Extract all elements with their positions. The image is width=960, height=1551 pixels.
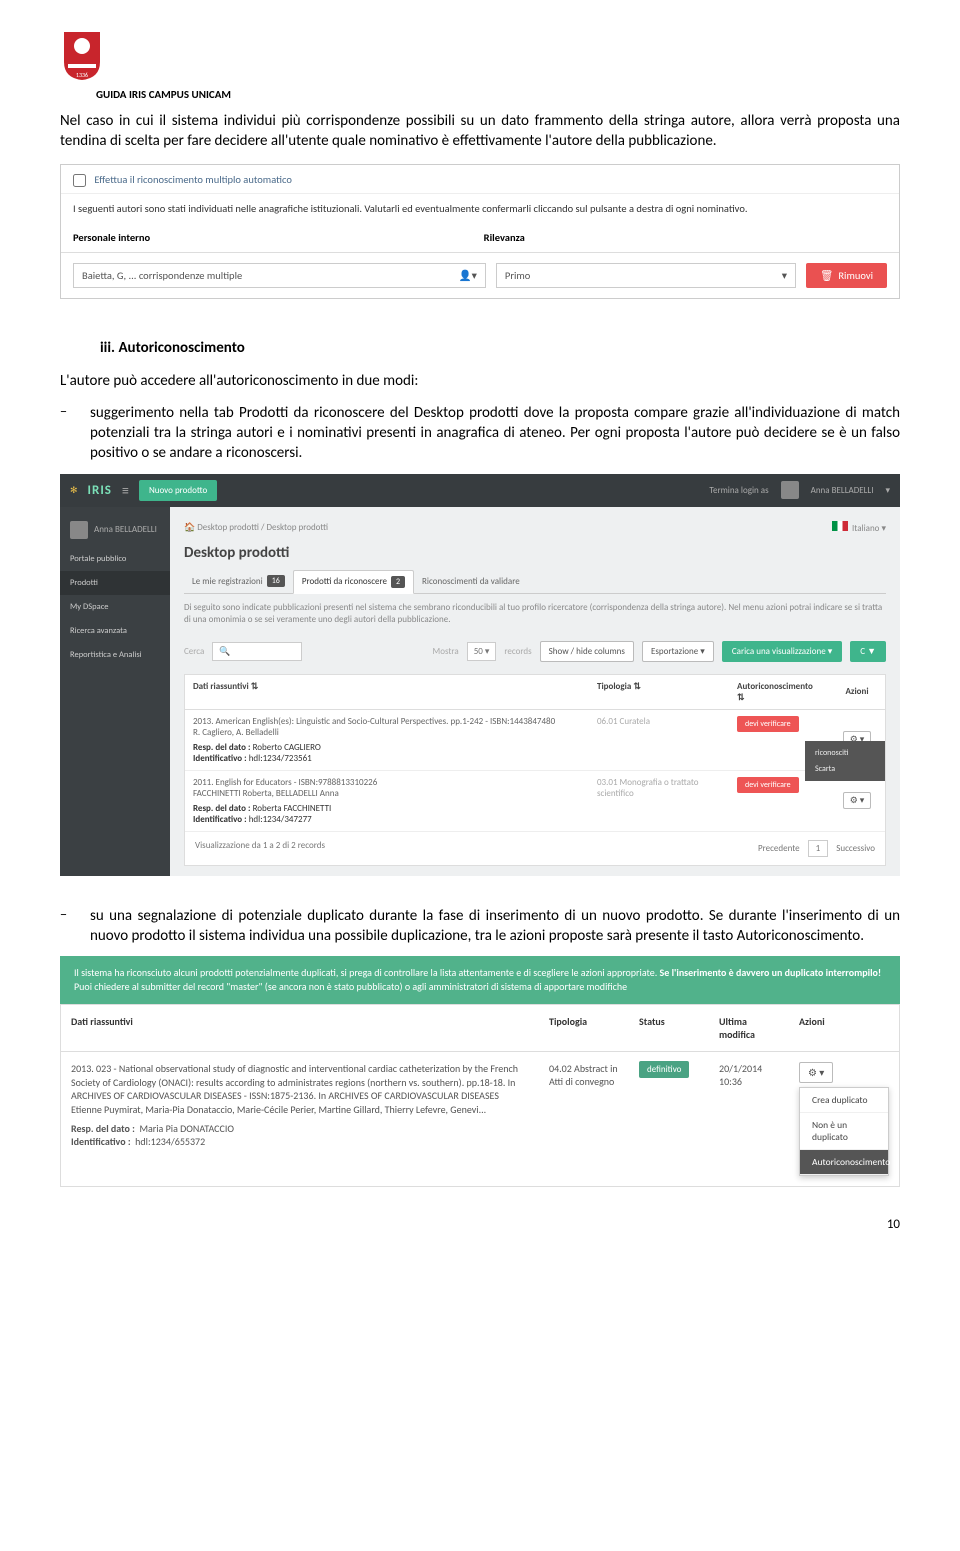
auto-multi-label: Effettua il riconoscimento multiplo auto…	[94, 173, 292, 186]
search-label: Cerca	[184, 646, 204, 657]
page-number: 10	[60, 1217, 900, 1232]
status-badge: devi verificare	[737, 716, 799, 732]
tab-da-riconoscere[interactable]: Prodotti da riconoscere2	[293, 570, 414, 594]
th-tipologia: Tipologia	[539, 1005, 629, 1051]
screenshot-multi-match: Effettua il riconoscimento multiplo auto…	[60, 164, 900, 299]
action-crea-duplicato[interactable]: Crea duplicato	[800, 1088, 888, 1113]
pager-info: Visualizzazione da 1 a 2 di 2 records	[195, 840, 325, 857]
th-rilevanza: Rilevanza	[484, 231, 777, 244]
loadview-button[interactable]: Carica una visualizzazione ▾	[722, 641, 842, 662]
sidebar: Anna BELLADELLI Portale pubblico Prodott…	[60, 507, 170, 876]
th-azioni: Azioni	[789, 1005, 899, 1051]
pager-next[interactable]: Successivo	[836, 843, 875, 854]
bullet-1: suggerimento nella tab Prodotti da ricon…	[90, 403, 900, 464]
show-label: Mostra	[433, 646, 459, 657]
bullet-dash: −	[60, 906, 70, 947]
pager-prev[interactable]: Precedente	[758, 843, 800, 854]
sidebar-item-report[interactable]: Reportistica e Analisi	[60, 643, 170, 667]
sidebar-item-mydspace[interactable]: My DSpace	[60, 595, 170, 619]
sidebar-item-prodotti[interactable]: Prodotti	[60, 571, 170, 595]
th-dati[interactable]: Dati riassuntivi ⇅	[185, 675, 589, 709]
status-badge: definitivo	[639, 1061, 689, 1078]
bullet-2: su una segnalazione di potenziale duplic…	[90, 906, 900, 947]
tab-note: Di seguito sono indicate pubblicazioni p…	[184, 594, 886, 635]
iris-brand: IRIS	[88, 483, 112, 498]
table-row: 2013. 023 - National observational study…	[61, 1052, 899, 1186]
action-non-duplicato[interactable]: Non è un duplicato	[800, 1113, 888, 1150]
lang-select[interactable]: Italiano ▾	[832, 521, 886, 534]
auto-multi-checkbox[interactable]	[73, 174, 86, 187]
section-heading: iii. Autoriconoscimento	[100, 339, 900, 357]
action-scarta[interactable]: Scarta	[805, 761, 885, 777]
user-name[interactable]: Anna BELLADELLI	[811, 485, 874, 496]
table-row: 2011. English for Educators - ISBN:97888…	[185, 771, 885, 832]
termina-login-link[interactable]: Termina login as	[709, 485, 768, 496]
user-icon: 👤▾	[459, 269, 477, 282]
chevron-down-icon[interactable]: ▾	[885, 485, 890, 496]
showhide-cols-button[interactable]: Show / hide columns	[540, 641, 634, 662]
th-personale: Personale interno	[73, 231, 484, 244]
chevron-down-icon: ▾	[782, 269, 787, 282]
row-modifica: 20/1/2014 10:36	[709, 1052, 789, 1186]
row-tipologia: 04.02 Abstract in Atti di convegno	[539, 1052, 629, 1186]
export-button[interactable]: Esportazione ▾	[642, 641, 714, 662]
th-dati: Dati riassuntivi	[61, 1005, 539, 1051]
breadcrumb: 🏠 Desktop prodotti / Desktop prodotti	[184, 522, 328, 533]
actions-menu-button[interactable]: ⚙ ▾	[799, 1062, 833, 1083]
th-status: Status	[629, 1005, 709, 1051]
trash-icon: 🗑	[820, 269, 833, 282]
flag-it-icon	[832, 521, 848, 531]
author-select[interactable]: Baietta, G, ... corrispondenze multiple …	[73, 263, 486, 288]
new-product-button[interactable]: Nuovo prodotto	[139, 480, 217, 501]
action-autoriconoscimento[interactable]: Autoriconoscimento	[800, 1150, 888, 1175]
status-badge: devi verificare	[737, 777, 799, 793]
page-size-select[interactable]: 50 ▾	[467, 642, 497, 661]
svg-text:1336: 1336	[76, 71, 88, 79]
duplicate-alert: Il sistema ha riconsciuto alcuni prodott…	[60, 956, 900, 1004]
refresh-button[interactable]: C ▼	[850, 641, 886, 662]
row-title[interactable]: 2011. English for Educators - ISBN:97888…	[193, 777, 581, 799]
screenshot-duplicate-alert: Il sistema ha riconsciuto alcuni prodott…	[60, 956, 900, 1187]
intro-paragraph: Nel caso in cui il sistema individui più…	[60, 111, 900, 152]
row-title[interactable]: 2013. American English(es): Linguistic a…	[193, 716, 581, 738]
th-modifica: Ultima modifica	[709, 1005, 789, 1051]
th-azioni: Azioni	[829, 675, 885, 709]
remove-button[interactable]: 🗑 Rimuovi	[806, 263, 887, 288]
actions-menu-button[interactable]: ⚙ ▾	[843, 792, 872, 809]
actions-dropdown: Crea duplicato Non è un duplicato Autori…	[799, 1087, 889, 1176]
lead-paragraph: L'autore può accedere all'autoriconoscim…	[60, 371, 900, 391]
bullet-dash: −	[60, 403, 70, 464]
row-title: 2013. 023 - National observational study…	[71, 1062, 529, 1116]
sidebar-item-portale[interactable]: Portale pubblico	[60, 547, 170, 571]
th-auto[interactable]: Autoriconoscimento ⇅	[729, 675, 829, 709]
table-row: 2013. American English(es): Linguistic a…	[185, 710, 885, 771]
pager-page[interactable]: 1	[808, 840, 829, 857]
sidebar-item-ricerca[interactable]: Ricerca avanzata	[60, 619, 170, 643]
sidebar-user: Anna BELLADELLI	[94, 524, 157, 535]
guide-title: GUIDA IRIS CAMPUS UNICAM	[96, 88, 900, 101]
page-title: Desktop prodotti	[184, 538, 886, 570]
relevance-select[interactable]: Primo ▾	[496, 263, 796, 288]
actions-dropdown: riconosciti Scarta	[805, 741, 885, 781]
action-riconosciti[interactable]: riconosciti	[805, 745, 885, 761]
tab-registrazioni[interactable]: Le mie registrazioni16	[184, 570, 293, 593]
row-tipologia: 03.01 Monografia o trattato scientifico	[589, 771, 729, 831]
avatar	[781, 481, 799, 499]
tab-da-validare[interactable]: Riconoscimenti da validare	[414, 570, 528, 593]
records-label: records	[504, 646, 531, 657]
star-icon: ✻	[70, 485, 78, 496]
row-tipologia: 06.01 Curatela	[589, 710, 729, 770]
sidebar-avatar	[70, 521, 88, 539]
menu-icon[interactable]: ≡	[122, 482, 129, 499]
ss1-desc: I seguenti autori sono stati individuati…	[61, 194, 899, 223]
unicam-logo: 1336	[60, 30, 104, 82]
screenshot-iris-desktop: ✻ IRIS ≡ Nuovo prodotto Termina login as…	[60, 474, 900, 876]
search-input[interactable]: 🔍	[212, 642, 302, 661]
th-tipologia[interactable]: Tipologia ⇅	[589, 675, 729, 709]
